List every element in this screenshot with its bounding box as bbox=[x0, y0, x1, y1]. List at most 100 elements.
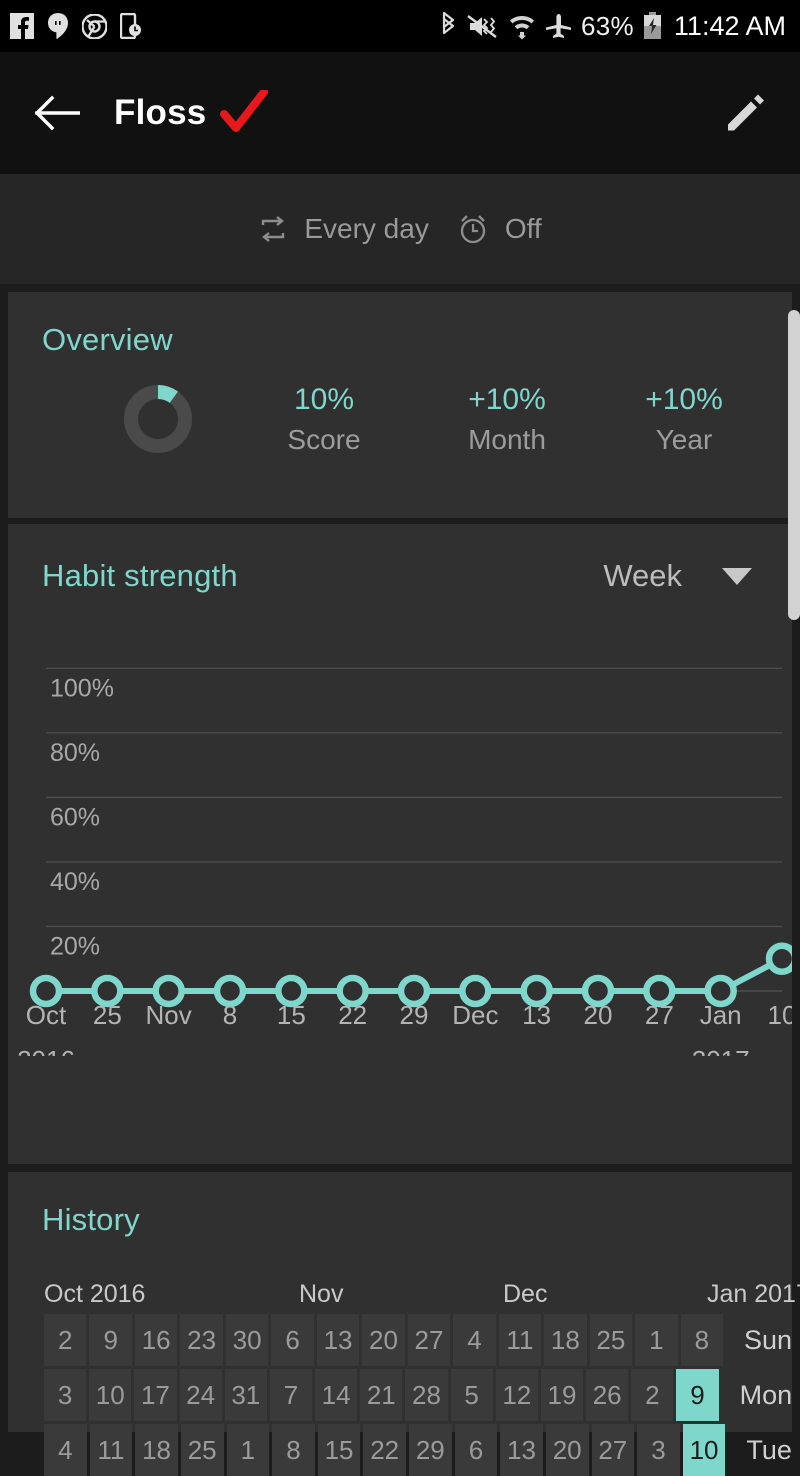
airplane-mode-icon bbox=[545, 13, 571, 38]
score-donut-chart bbox=[123, 384, 193, 454]
calendar-cell[interactable]: 6 bbox=[454, 1424, 498, 1476]
calendar-cell[interactable]: 25 bbox=[180, 1424, 224, 1476]
svg-text:13: 13 bbox=[522, 1000, 551, 1030]
calendar-cell[interactable]: 3 bbox=[44, 1369, 87, 1421]
calendar-cell[interactable]: 21 bbox=[360, 1369, 403, 1421]
svg-text:20: 20 bbox=[584, 1000, 613, 1030]
habit-strength-title: Habit strength bbox=[42, 558, 238, 593]
clock-app-icon bbox=[120, 13, 141, 39]
calendar-cell[interactable]: 30 bbox=[225, 1314, 269, 1366]
status-bar: 63% 11:42 AM bbox=[0, 0, 800, 52]
history-month-label: Oct 2016 bbox=[44, 1280, 146, 1308]
svg-text:22: 22 bbox=[338, 1000, 367, 1030]
repeat-icon bbox=[262, 216, 285, 242]
history-card: History Oct 2016 Nov Dec Jan 2017 2 9 16 23 30 6… bbox=[8, 1172, 800, 1476]
calendar-cell[interactable]: 17 bbox=[134, 1369, 177, 1421]
svg-text:60%: 60% bbox=[50, 803, 100, 831]
svg-text:Dec: Dec bbox=[452, 1000, 498, 1030]
svg-text:40%: 40% bbox=[50, 868, 100, 896]
calendar-cell[interactable]: 2 bbox=[44, 1314, 87, 1366]
calendar-cell[interactable]: 9 bbox=[89, 1314, 132, 1366]
calendar-row: 4 11 18 25 1 8 15 22 29 6 13 20 27 3 10 Tue bbox=[44, 1424, 792, 1476]
repeat-setting[interactable]: Every day bbox=[258, 213, 429, 245]
calendar-cell[interactable]: 15 bbox=[317, 1424, 361, 1476]
status-bar-clock: 11:42 AM bbox=[673, 10, 786, 41]
edit-button[interactable] bbox=[716, 84, 774, 142]
status-bar-notification-icons bbox=[10, 13, 142, 39]
calendar-cell[interactable]: 4 bbox=[44, 1424, 87, 1476]
app-bar: Floss bbox=[0, 52, 800, 174]
calendar-cell[interactable]: 27 bbox=[407, 1314, 451, 1366]
calendar-cell[interactable]: 6 bbox=[271, 1314, 314, 1366]
calendar-cell[interactable]: 1 bbox=[635, 1314, 678, 1366]
history-month-label: Jan 2017 bbox=[707, 1280, 800, 1308]
calendar-cell-checked[interactable]: 10 bbox=[682, 1424, 726, 1476]
calendar-cell-checked[interactable]: 9 bbox=[676, 1369, 719, 1421]
calendar-cell[interactable]: 2 bbox=[631, 1369, 674, 1421]
calendar-cell[interactable]: 18 bbox=[544, 1314, 587, 1366]
calendar-cell[interactable]: 11 bbox=[498, 1314, 542, 1366]
svg-text:Jan: Jan bbox=[700, 1000, 742, 1030]
repeat-label: Every day bbox=[304, 213, 429, 244]
reminder-setting[interactable]: Off bbox=[457, 213, 542, 245]
history-calendar[interactable]: 2 9 16 23 30 6 13 20 27 4 11 18 25 1 8 Sun 3 10 17 24 31 7 14 2… bbox=[44, 1314, 792, 1476]
vertical-scrollbar[interactable] bbox=[788, 310, 800, 620]
calendar-cell[interactable]: 13 bbox=[316, 1314, 360, 1366]
battery-percentage: 63% bbox=[580, 10, 634, 41]
calendar-cell[interactable]: 19 bbox=[540, 1369, 584, 1421]
calendar-cell[interactable]: 22 bbox=[363, 1424, 406, 1476]
wifi-icon bbox=[509, 15, 534, 39]
calendar-cell[interactable]: 20 bbox=[545, 1424, 589, 1476]
calendar-cell[interactable]: 18 bbox=[135, 1424, 178, 1476]
calendar-cell[interactable]: 7 bbox=[269, 1369, 313, 1421]
overview-card: Overview 10% Score +10% Month +10% Year bbox=[8, 292, 792, 518]
calendar-weekday-label: Sun bbox=[744, 1324, 793, 1355]
calendar-cell[interactable]: 28 bbox=[405, 1369, 448, 1421]
calendar-cell[interactable]: 8 bbox=[272, 1424, 315, 1476]
calendar-cell[interactable]: 24 bbox=[179, 1369, 222, 1421]
stat-year-label: Year bbox=[655, 423, 713, 455]
calendar-cell[interactable]: 1 bbox=[226, 1424, 270, 1476]
svg-text:2016: 2016 bbox=[17, 1045, 75, 1056]
calendar-cell[interactable]: 8 bbox=[680, 1314, 724, 1366]
calendar-cell[interactable]: 23 bbox=[180, 1314, 223, 1366]
habit-strength-chart: 20% 40% 60% 80% 100% Oct 25 Nov 8 15 22 29 Dec 13 20 27… bbox=[8, 616, 792, 1076]
calendar-cell[interactable]: 16 bbox=[134, 1314, 178, 1366]
calendar-cell[interactable]: 14 bbox=[315, 1369, 358, 1421]
calendar-cell[interactable]: 27 bbox=[591, 1424, 635, 1476]
svg-text:10: 10 bbox=[768, 1000, 792, 1030]
calendar-cell[interactable]: 12 bbox=[495, 1369, 538, 1421]
bluetooth-icon bbox=[442, 12, 455, 35]
calendar-cell[interactable]: 11 bbox=[89, 1424, 133, 1476]
calendar-cell[interactable]: 5 bbox=[450, 1369, 493, 1421]
svg-text:15: 15 bbox=[277, 1000, 306, 1030]
page-title: Floss bbox=[114, 93, 207, 132]
interval-spinner[interactable]: Week bbox=[603, 524, 752, 594]
svg-text:25: 25 bbox=[93, 1000, 122, 1030]
calendar-cell[interactable]: 31 bbox=[224, 1369, 267, 1421]
calendar-cell[interactable]: 25 bbox=[589, 1314, 633, 1366]
calendar-row: 2 9 16 23 30 6 13 20 27 4 11 18 25 1 8 Sun bbox=[44, 1314, 792, 1366]
pencil-icon bbox=[728, 94, 764, 131]
habit-meta-bar: Every day Off bbox=[0, 174, 800, 284]
history-month-label: Nov bbox=[299, 1280, 344, 1308]
back-button[interactable] bbox=[30, 86, 84, 140]
arrow-back-icon bbox=[34, 95, 80, 131]
calendar-cell[interactable]: 13 bbox=[500, 1424, 543, 1476]
calendar-cell[interactable]: 20 bbox=[362, 1314, 405, 1366]
habit-completed-check bbox=[220, 90, 269, 136]
stat-month-label: Month bbox=[468, 423, 546, 455]
svg-text:Oct: Oct bbox=[26, 1000, 67, 1030]
svg-text:20%: 20% bbox=[50, 932, 100, 960]
calendar-cell[interactable]: 26 bbox=[586, 1369, 629, 1421]
calendar-cell[interactable]: 4 bbox=[453, 1314, 496, 1366]
chrome-icon bbox=[82, 13, 107, 39]
calendar-cell[interactable]: 10 bbox=[89, 1369, 132, 1421]
calendar-weekday-label: Tue bbox=[746, 1434, 792, 1465]
chevron-down-icon bbox=[722, 567, 752, 585]
svg-text:27: 27 bbox=[645, 1000, 674, 1030]
overview-stats-row: 10% Score +10% Month +10% Year bbox=[8, 358, 792, 458]
stat-year-value: +10% bbox=[645, 383, 723, 416]
calendar-cell[interactable]: 29 bbox=[409, 1424, 452, 1476]
calendar-cell[interactable]: 3 bbox=[637, 1424, 680, 1476]
